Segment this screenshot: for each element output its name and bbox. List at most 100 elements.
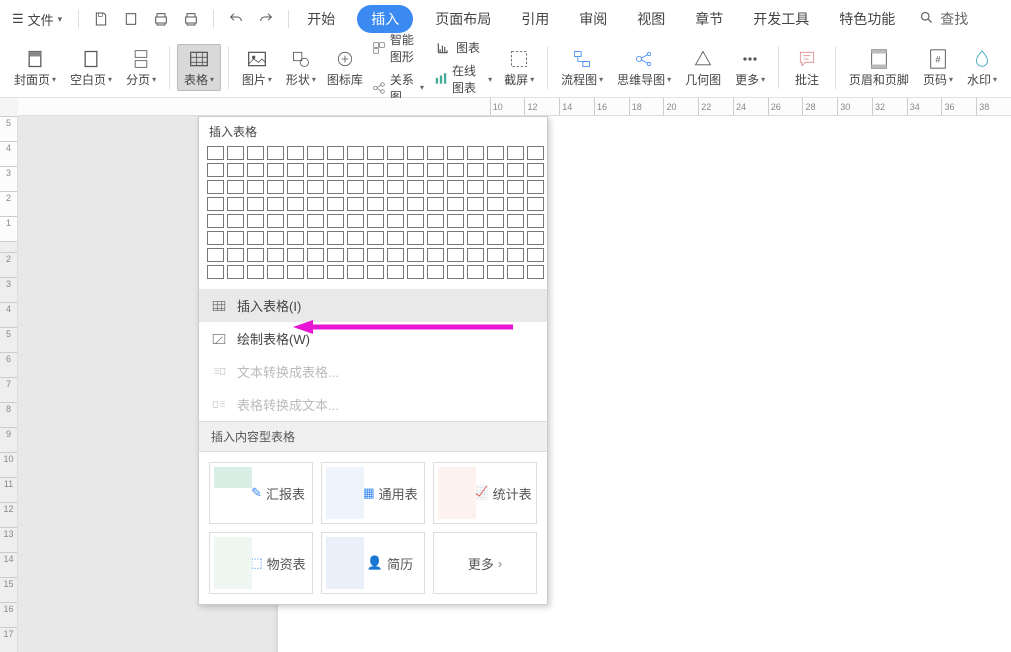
grid-cell[interactable] (487, 180, 504, 194)
grid-cell[interactable] (267, 163, 284, 177)
grid-cell[interactable] (367, 265, 384, 279)
tab-special[interactable]: 特色功能 (831, 5, 903, 33)
grid-cell[interactable] (407, 163, 424, 177)
grid-cell[interactable] (347, 248, 364, 262)
grid-cell[interactable] (287, 231, 304, 245)
template-report[interactable]: ✎汇报表 (209, 462, 313, 524)
grid-cell[interactable] (307, 265, 324, 279)
grid-cell[interactable] (287, 180, 304, 194)
smartart-button[interactable]: 智能图形 (368, 29, 428, 67)
grid-cell[interactable] (387, 265, 404, 279)
grid-cell[interactable] (347, 197, 364, 211)
grid-cell[interactable] (307, 231, 324, 245)
grid-cell[interactable] (427, 197, 444, 211)
grid-cell[interactable] (427, 231, 444, 245)
grid-cell[interactable] (507, 248, 524, 262)
table-button[interactable]: 表格▾ (177, 44, 221, 91)
grid-cell[interactable] (327, 163, 344, 177)
grid-cell[interactable] (467, 163, 484, 177)
grid-cell[interactable] (307, 197, 324, 211)
grid-cell[interactable] (467, 231, 484, 245)
more-button[interactable]: 更多▾ (729, 45, 771, 90)
grid-cell[interactable] (487, 248, 504, 262)
grid-cell[interactable] (367, 146, 384, 160)
document-canvas[interactable]: 插入表格 插入表格(I) 绘制表格(W) 文本转换成表格... 表格转换成文本.… (18, 116, 1011, 652)
grid-cell[interactable] (447, 265, 464, 279)
grid-cell[interactable] (247, 265, 264, 279)
grid-cell[interactable] (467, 265, 484, 279)
grid-cell[interactable] (347, 265, 364, 279)
tab-developer[interactable]: 开发工具 (745, 5, 817, 33)
online-chart-button[interactable]: 在线图表 ▾ (430, 60, 496, 98)
grid-cell[interactable] (287, 248, 304, 262)
grid-cell[interactable] (447, 214, 464, 228)
grid-cell[interactable] (387, 146, 404, 160)
redo-icon[interactable] (254, 7, 278, 31)
grid-cell[interactable] (327, 214, 344, 228)
shapes-button[interactable]: 形状▾ (280, 45, 322, 90)
screenshot-button[interactable]: 截屏▾ (498, 45, 540, 90)
tab-start[interactable]: 开始 (299, 5, 343, 33)
grid-cell[interactable] (527, 265, 544, 279)
cover-page-button[interactable]: 封面页▾ (8, 45, 62, 90)
grid-cell[interactable] (347, 180, 364, 194)
grid-cell[interactable] (267, 248, 284, 262)
grid-cell[interactable] (287, 197, 304, 211)
grid-cell[interactable] (327, 180, 344, 194)
grid-cell[interactable] (287, 265, 304, 279)
tab-references[interactable]: 引用 (513, 5, 557, 33)
flowchart-button[interactable]: 流程图▾ (555, 45, 609, 90)
grid-cell[interactable] (267, 231, 284, 245)
file-menu-button[interactable]: ☰ 文件 ▾ (6, 8, 68, 31)
grid-cell[interactable] (387, 163, 404, 177)
grid-cell[interactable] (527, 214, 544, 228)
grid-cell[interactable] (407, 231, 424, 245)
grid-cell[interactable] (427, 265, 444, 279)
grid-cell[interactable] (347, 146, 364, 160)
grid-cell[interactable] (527, 197, 544, 211)
grid-cell[interactable] (207, 231, 224, 245)
grid-cell[interactable] (387, 180, 404, 194)
grid-cell[interactable] (267, 214, 284, 228)
grid-cell[interactable] (207, 265, 224, 279)
grid-cell[interactable] (227, 146, 244, 160)
mindmap-button[interactable]: 思维导图▾ (611, 45, 677, 90)
print-icon[interactable] (149, 7, 173, 31)
grid-cell[interactable] (227, 248, 244, 262)
grid-cell[interactable] (387, 231, 404, 245)
grid-cell[interactable] (307, 146, 324, 160)
grid-cell[interactable] (447, 231, 464, 245)
grid-cell[interactable] (267, 265, 284, 279)
table-size-grid[interactable] (199, 146, 547, 289)
grid-cell[interactable] (487, 197, 504, 211)
grid-cell[interactable] (287, 146, 304, 160)
grid-cell[interactable] (367, 180, 384, 194)
grid-cell[interactable] (327, 265, 344, 279)
header-footer-button[interactable]: 页眉和页脚 (843, 45, 915, 90)
grid-cell[interactable] (307, 248, 324, 262)
grid-cell[interactable] (207, 180, 224, 194)
grid-cell[interactable] (487, 214, 504, 228)
grid-cell[interactable] (327, 197, 344, 211)
grid-cell[interactable] (227, 163, 244, 177)
grid-cell[interactable] (467, 197, 484, 211)
grid-cell[interactable] (347, 214, 364, 228)
grid-cell[interactable] (367, 231, 384, 245)
grid-cell[interactable] (327, 248, 344, 262)
grid-cell[interactable] (467, 214, 484, 228)
tab-view[interactable]: 视图 (629, 5, 673, 33)
grid-cell[interactable] (527, 146, 544, 160)
grid-cell[interactable] (427, 163, 444, 177)
grid-cell[interactable] (387, 248, 404, 262)
grid-cell[interactable] (527, 180, 544, 194)
grid-cell[interactable] (387, 214, 404, 228)
grid-cell[interactable] (427, 180, 444, 194)
geometry-button[interactable]: 几何图 (679, 45, 727, 90)
grid-cell[interactable] (447, 146, 464, 160)
grid-cell[interactable] (267, 146, 284, 160)
grid-cell[interactable] (327, 231, 344, 245)
grid-cell[interactable] (407, 265, 424, 279)
grid-cell[interactable] (307, 180, 324, 194)
grid-cell[interactable] (247, 146, 264, 160)
grid-cell[interactable] (307, 214, 324, 228)
